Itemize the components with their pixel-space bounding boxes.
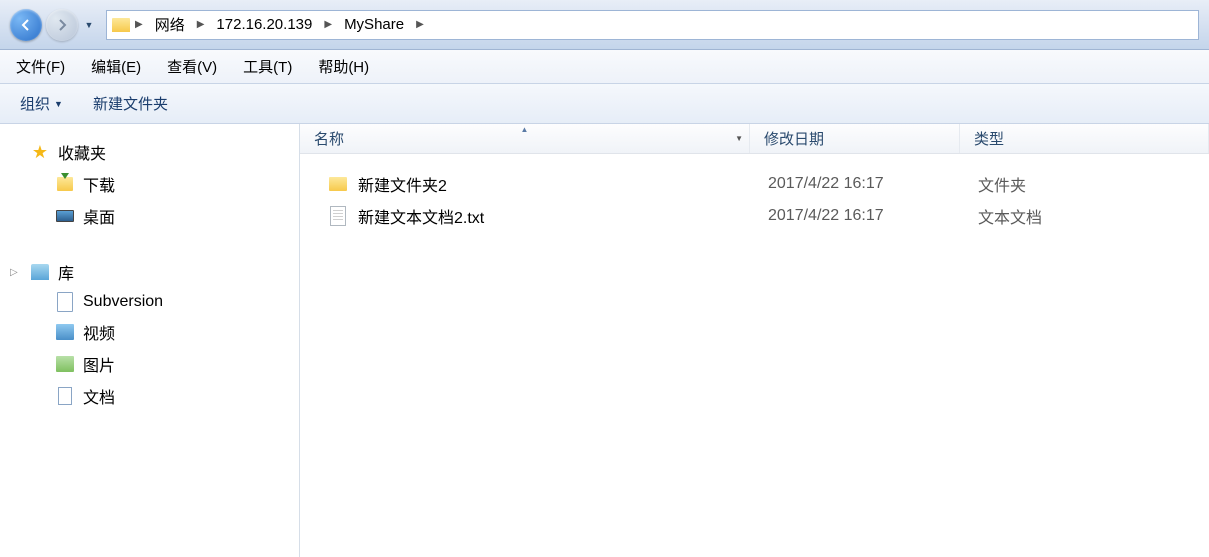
menu-bar: 文件(F) 编辑(E) 查看(V) 工具(T) 帮助(H) <box>0 50 1209 84</box>
star-icon: ★ <box>30 142 50 162</box>
column-header-name[interactable]: 名称 ▲ ▼ <box>300 124 750 153</box>
sidebar-item-documents[interactable]: 文档 <box>0 380 299 412</box>
menu-view[interactable]: 查看(V) <box>163 54 221 79</box>
breadcrumb-root-arrow[interactable]: ▶ <box>133 19 145 30</box>
arrow-left-icon <box>19 18 33 32</box>
sidebar-item-label: 视频 <box>83 320 115 344</box>
breadcrumb-arrow-icon[interactable]: ▶ <box>195 19 207 30</box>
column-label: 名称 <box>314 128 344 149</box>
back-button[interactable] <box>10 9 42 41</box>
address-bar[interactable]: ▶ 网络 ▶ 172.16.20.139 ▶ MyShare ▶ <box>106 10 1199 40</box>
text-file-icon <box>328 206 348 226</box>
forward-button[interactable] <box>46 9 78 41</box>
navigation-sidebar: ★ 收藏夹 下载 桌面 ▷ 库 Subversion <box>0 124 300 557</box>
organize-button[interactable]: 组织 ▼ <box>20 93 63 114</box>
column-label: 修改日期 <box>764 128 824 149</box>
sidebar-item-pictures[interactable]: 图片 <box>0 348 299 380</box>
breadcrumb-share[interactable]: MyShare <box>336 11 412 39</box>
favorites-label: 收藏夹 <box>58 140 106 164</box>
file-modified: 2017/4/22 16:17 <box>768 207 978 225</box>
file-row-textfile[interactable]: 新建文本文档2.txt 2017/4/22 16:17 文本文档 <box>300 200 1209 232</box>
file-modified: 2017/4/22 16:17 <box>768 175 978 193</box>
file-row-folder[interactable]: 新建文件夹2 2017/4/22 16:17 文件夹 <box>300 168 1209 200</box>
sidebar-libraries-header[interactable]: ▷ 库 <box>0 256 299 288</box>
video-icon <box>55 322 75 342</box>
new-folder-button[interactable]: 新建文件夹 <box>93 93 168 114</box>
favorites-group: ★ 收藏夹 下载 桌面 <box>0 136 299 232</box>
folder-icon <box>328 174 348 194</box>
sidebar-item-videos[interactable]: 视频 <box>0 316 299 348</box>
sidebar-item-label: 图片 <box>83 352 115 376</box>
sidebar-item-subversion[interactable]: Subversion <box>0 288 299 316</box>
menu-help[interactable]: 帮助(H) <box>314 54 373 79</box>
menu-edit[interactable]: 编辑(E) <box>87 54 145 79</box>
libraries-group: ▷ 库 Subversion 视频 图片 文档 <box>0 256 299 412</box>
file-type: 文件夹 <box>978 172 1209 196</box>
sidebar-item-label: 桌面 <box>83 204 115 228</box>
column-header-row: 名称 ▲ ▼ 修改日期 类型 <box>300 124 1209 154</box>
desktop-icon <box>55 206 75 226</box>
organize-label: 组织 <box>20 93 50 114</box>
library-icon <box>30 262 50 282</box>
column-filter-dropdown-icon[interactable]: ▼ <box>735 134 743 143</box>
main-area: ★ 收藏夹 下载 桌面 ▷ 库 Subversion <box>0 124 1209 557</box>
file-name: 新建文本文档2.txt <box>358 204 484 228</box>
sidebar-item-downloads[interactable]: 下载 <box>0 168 299 200</box>
sort-ascending-icon: ▲ <box>521 125 529 134</box>
file-name: 新建文件夹2 <box>358 172 447 196</box>
sidebar-item-desktop[interactable]: 桌面 <box>0 200 299 232</box>
location-folder-icon <box>111 15 131 35</box>
nav-history-dropdown[interactable]: ▼ <box>82 9 96 41</box>
sidebar-item-label: Subversion <box>83 293 163 311</box>
sidebar-item-label: 下载 <box>83 172 115 196</box>
menu-file[interactable]: 文件(F) <box>12 54 69 79</box>
navigation-bar: ▼ ▶ 网络 ▶ 172.16.20.139 ▶ MyShare ▶ <box>0 0 1209 50</box>
breadcrumb-arrow-icon[interactable]: ▶ <box>414 19 426 30</box>
chevron-down-icon: ▼ <box>85 20 94 30</box>
command-toolbar: 组织 ▼ 新建文件夹 <box>0 84 1209 124</box>
new-folder-label: 新建文件夹 <box>93 93 168 114</box>
arrow-right-icon <box>55 18 69 32</box>
sidebar-favorites-header[interactable]: ★ 收藏夹 <box>0 136 299 168</box>
column-header-type[interactable]: 类型 <box>960 124 1209 153</box>
svn-icon <box>55 292 75 312</box>
breadcrumb-network[interactable]: 网络 <box>147 11 193 39</box>
libraries-label: 库 <box>58 260 74 284</box>
chevron-down-icon: ▼ <box>54 99 63 109</box>
expand-arrow-icon[interactable]: ▷ <box>10 267 18 278</box>
menu-tools[interactable]: 工具(T) <box>239 54 296 79</box>
document-icon <box>55 386 75 406</box>
file-list-pane: 名称 ▲ ▼ 修改日期 类型 新建文件夹2 2017/4/22 16:17 文件… <box>300 124 1209 557</box>
file-list-body: 新建文件夹2 2017/4/22 16:17 文件夹 新建文本文档2.txt 2… <box>300 154 1209 232</box>
column-header-modified[interactable]: 修改日期 <box>750 124 960 153</box>
download-folder-icon <box>55 174 75 194</box>
breadcrumb-host[interactable]: 172.16.20.139 <box>208 11 320 39</box>
file-type: 文本文档 <box>978 204 1209 228</box>
column-label: 类型 <box>974 128 1004 149</box>
breadcrumb-arrow-icon[interactable]: ▶ <box>322 19 334 30</box>
sidebar-item-label: 文档 <box>83 384 115 408</box>
picture-icon <box>55 354 75 374</box>
